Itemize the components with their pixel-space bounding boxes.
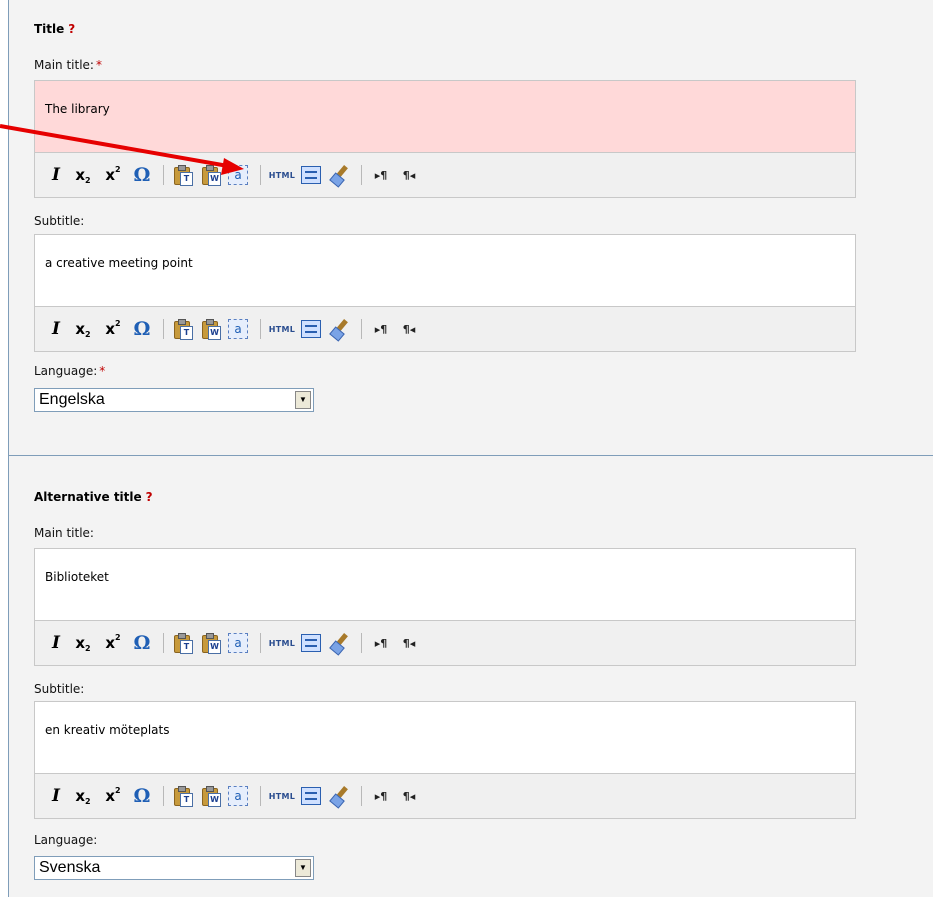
annotation-arrow-line (0, 124, 229, 168)
annotation-arrowhead (221, 158, 244, 175)
annotation-arrow (0, 124, 244, 175)
